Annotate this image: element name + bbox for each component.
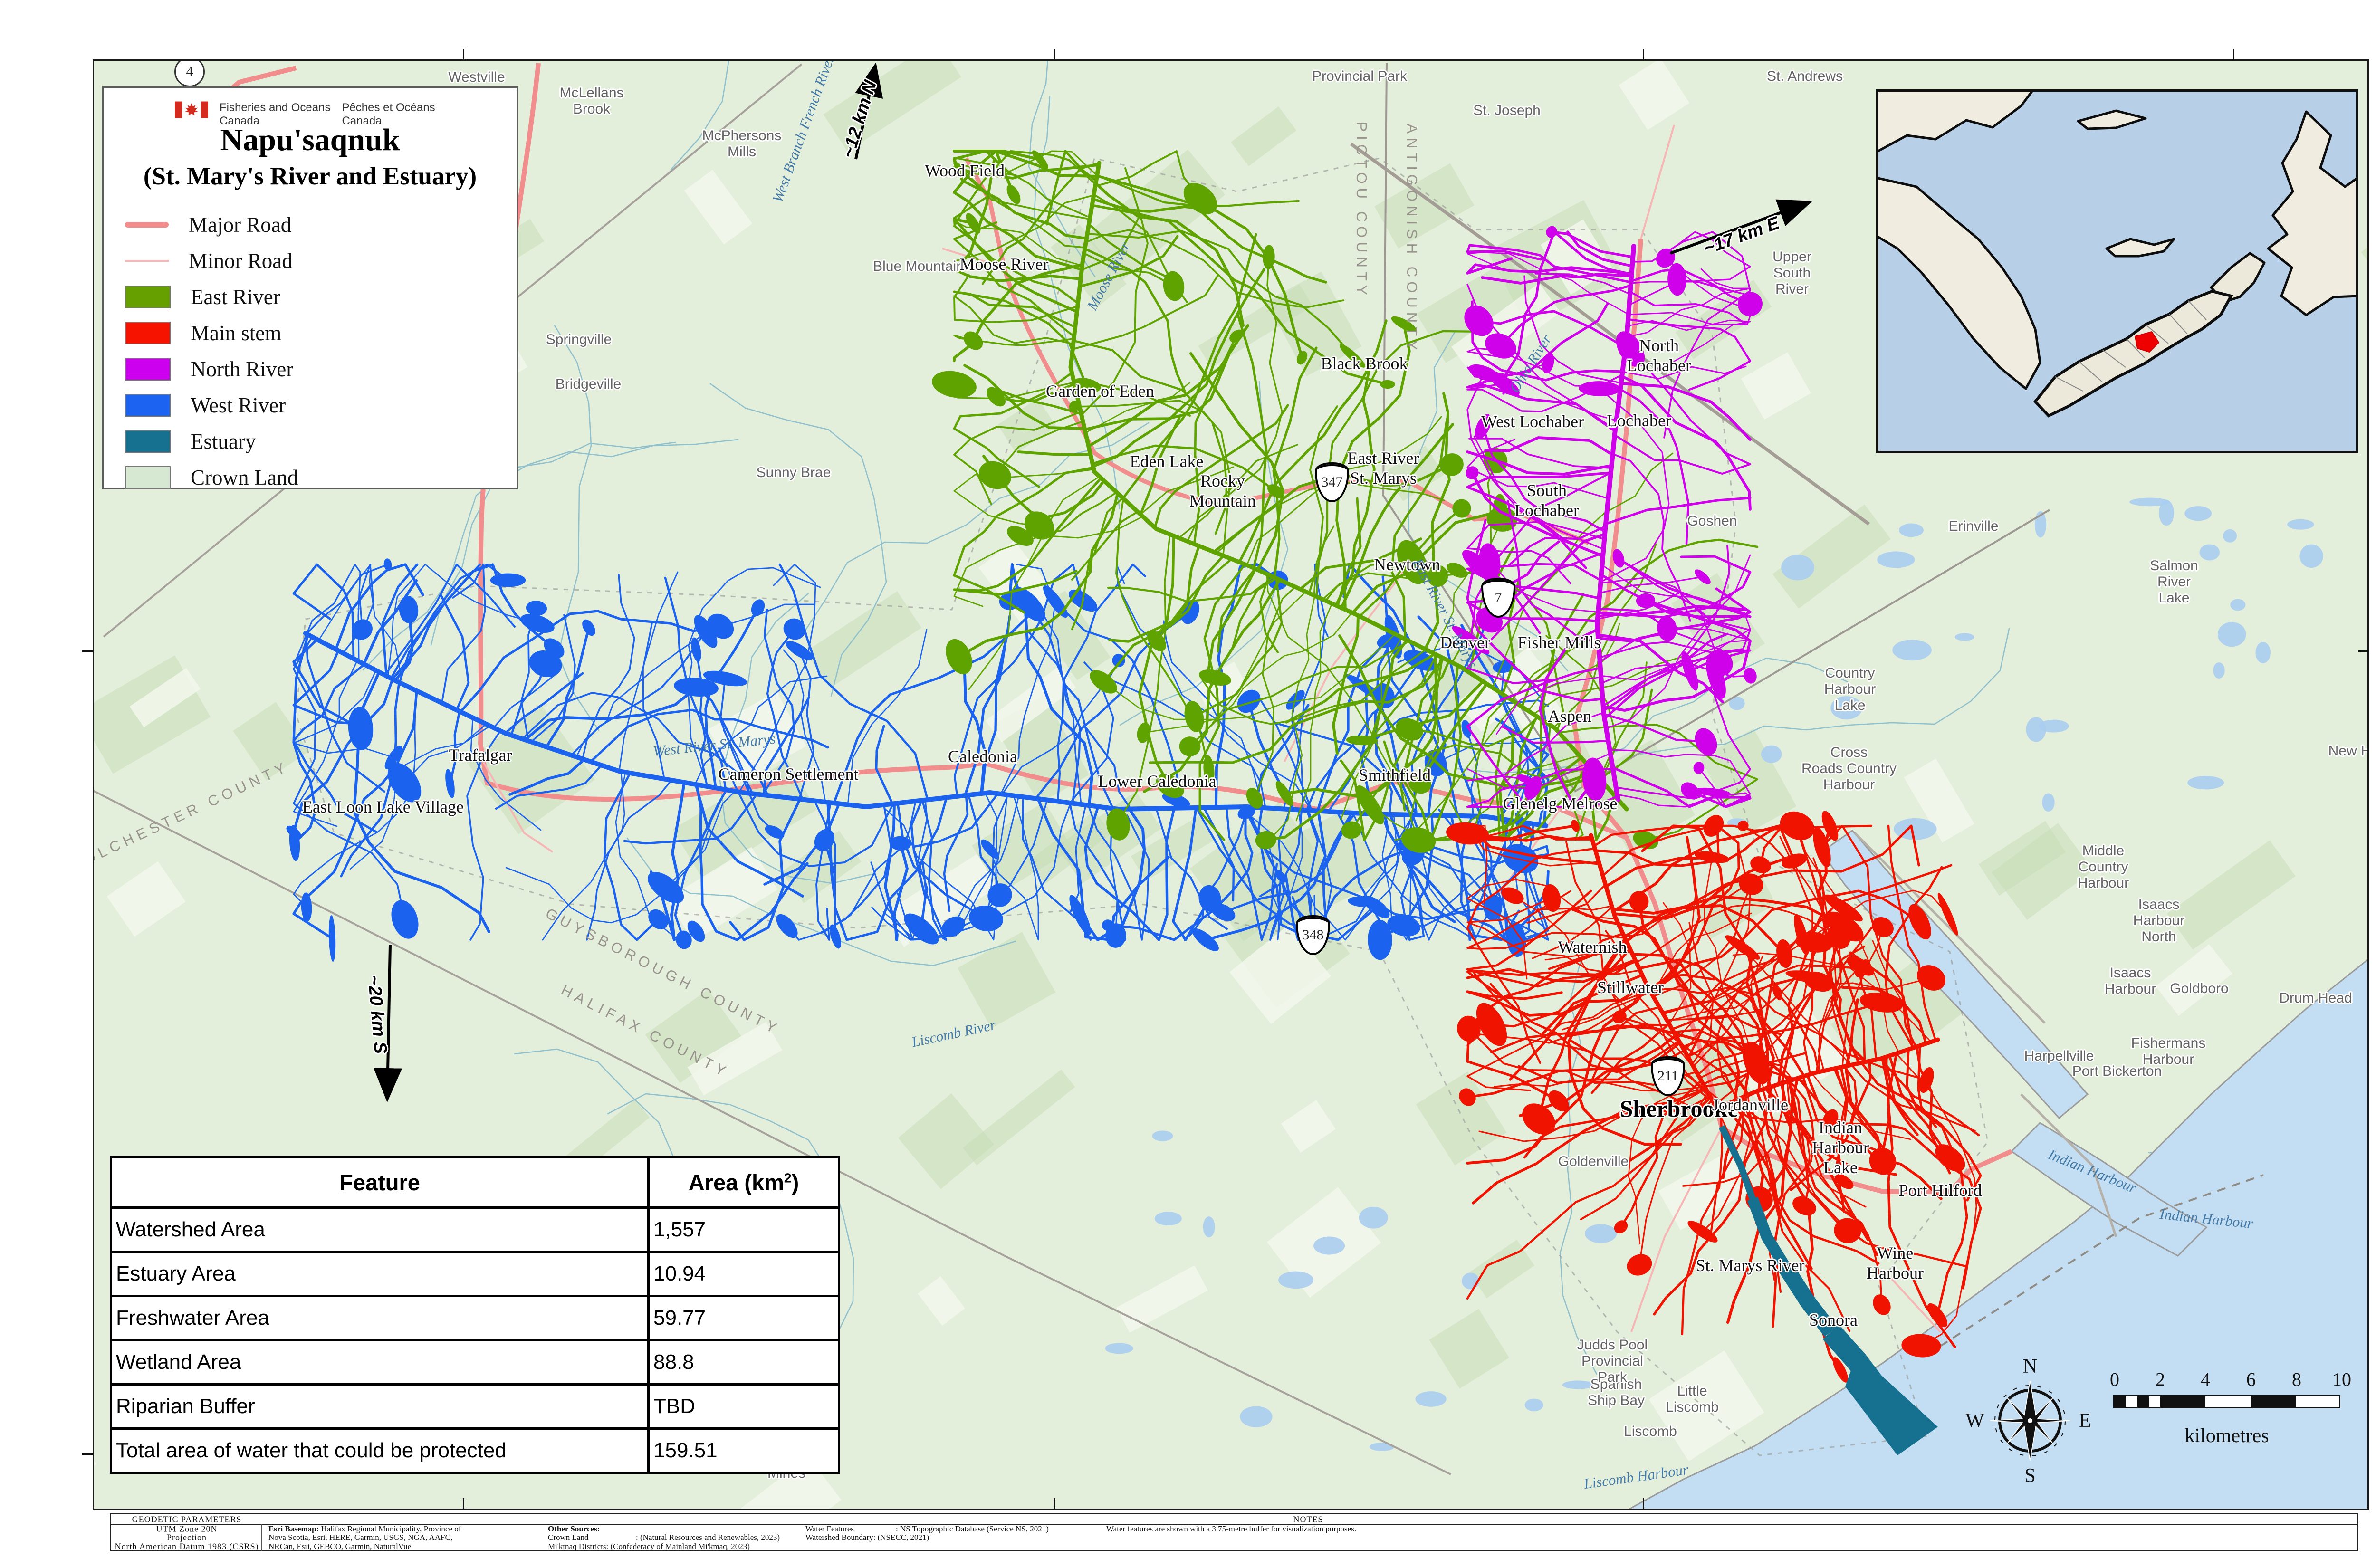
legend-swatch	[125, 222, 169, 228]
legend-row: Main stem	[125, 315, 507, 351]
inset-labels-layer	[1878, 92, 2356, 451]
legend-label: Minor Road	[189, 249, 293, 273]
table-header-area: Area (km2)	[649, 1157, 839, 1208]
table-header-feature: Feature	[111, 1157, 649, 1208]
legend-swatch	[125, 466, 171, 489]
legend-label: Crown Land	[191, 465, 298, 490]
legend-swatch	[125, 394, 171, 417]
graticule-tick	[82, 650, 93, 652]
compass-letter: N	[2023, 1355, 2037, 1378]
legend-panel: Fisheries and OceansCanada Pêches et Océ…	[102, 86, 518, 489]
graticule-tick	[2233, 49, 2234, 59]
compass-letters: NESW	[1968, 1359, 2092, 1482]
scale-bar-unit: kilometres	[2184, 1425, 2269, 1447]
table-row: Freshwater Area 59.77	[111, 1296, 839, 1340]
compass-letter: S	[2024, 1464, 2035, 1487]
legend-row: Estuary	[125, 423, 507, 459]
esri-basemap-line2: Nova Scotia, Esri, HERE, Garmin, USGS, N…	[268, 1533, 452, 1542]
legend-label: West River	[191, 393, 286, 418]
legend-label: East River	[191, 285, 280, 309]
graticule-tick	[82, 1453, 93, 1455]
geodetic-line: Projection	[167, 1533, 207, 1543]
graticule-tick	[1643, 1498, 1644, 1509]
feature-area-table: Feature Area (km2) Watershed Area 1,557 …	[110, 1156, 840, 1474]
scale-bar	[2113, 1395, 2340, 1408]
table-row: Watershed Area 1,557	[111, 1208, 839, 1252]
legend-label: Estuary	[191, 429, 256, 454]
geodetic-line: North American Datum 1983 (CSRS)	[115, 1542, 259, 1552]
crown-land-source: : (Natural Resources and Renewables, 202…	[636, 1533, 780, 1542]
table-row: Wetland Area 88.8	[111, 1340, 839, 1385]
table-row: Riparian Buffer TBD	[111, 1385, 839, 1429]
compass-letter: W	[1965, 1409, 1984, 1432]
inset-overview-map	[1876, 89, 2358, 453]
map-document: ~12 km N~17 km E~20 km SWestvilleMcLella…	[0, 0, 2376, 1568]
legend-swatch	[125, 430, 171, 453]
table-row: Total area of water that could be protec…	[111, 1429, 839, 1473]
watershed-boundary-source: Watershed Boundary: (NSECC, 2021)	[805, 1533, 929, 1542]
graticule-tick	[1054, 49, 1055, 59]
legend-row: Major Road	[125, 207, 507, 243]
geodetic-header: GEODETIC PARAMETERS	[132, 1515, 242, 1525]
canada-flag-icon	[175, 101, 208, 118]
mikmaq-districts-source: Mi'kmaq Districts: (Confederacy of Mainl…	[548, 1542, 750, 1551]
water-features-label: Water Features	[805, 1524, 854, 1534]
graticule-tick	[2358, 650, 2369, 652]
graticule-tick	[1054, 1498, 1055, 1509]
metadata-bar: GEODETIC PARAMETERS NOTES UTM Zone 20N P…	[110, 1513, 2358, 1551]
other-sources-header: Other Sources:	[548, 1524, 600, 1534]
legend-row: West River	[125, 387, 507, 423]
legend-label: Major Road	[189, 212, 291, 237]
graticule-tick	[463, 49, 464, 59]
legend-row: North River	[125, 351, 507, 387]
compass-letter: E	[2079, 1409, 2091, 1432]
legend-items: Major Road Minor Road East River Main st…	[125, 207, 507, 496]
legend-row: Minor Road	[125, 243, 507, 279]
legend-label: North River	[191, 357, 293, 382]
legend-row: Crown Land	[125, 459, 507, 496]
legend-label: Main stem	[191, 321, 281, 345]
map-subtitle: (St. Mary's River and Estuary)	[104, 162, 517, 191]
legend-swatch	[125, 260, 169, 262]
buffer-note: Water features are shown with a 3.75-met…	[1106, 1524, 1356, 1534]
footer-column-divider	[261, 1524, 262, 1551]
notes-header: NOTES	[1293, 1515, 1323, 1525]
legend-swatch	[125, 358, 171, 381]
crown-land-label: Crown Land	[548, 1533, 588, 1542]
legend-swatch	[125, 286, 171, 308]
esri-basemap-line3: NRCan, Esri, GEBCO, Garmin, NaturalVue	[268, 1542, 411, 1551]
legend-swatch	[125, 322, 171, 344]
table-row: Estuary Area 10.94	[111, 1252, 839, 1296]
graticule-tick	[1643, 49, 1644, 59]
legend-row: East River	[125, 279, 507, 315]
graticule-tick	[463, 1498, 464, 1509]
map-title: Napu'saqnuk	[104, 122, 517, 158]
water-features-source: : NS Topographic Database (Service NS, 2…	[896, 1524, 1049, 1534]
compass-rose: NESW	[1968, 1359, 2092, 1482]
esri-basemap-line1: Esri Basemap: Halifax Regional Municipal…	[268, 1524, 461, 1534]
